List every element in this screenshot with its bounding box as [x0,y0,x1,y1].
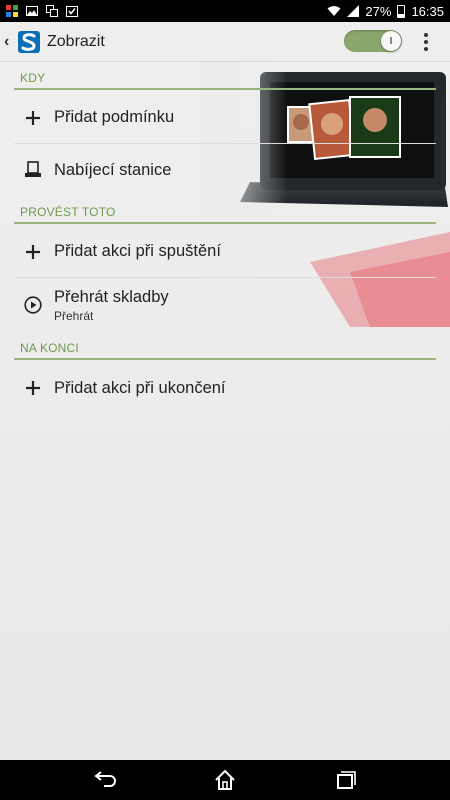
action-play-songs-text: Přehrát skladby Přehrát [54,288,169,323]
enable-toggle[interactable] [344,30,402,52]
page-title: Zobrazit [47,32,105,50]
signal-icon [347,5,360,17]
condition-dock-row[interactable]: Nabíjecí stanice [14,144,436,196]
plus-icon [23,242,43,262]
event-editor: KDY Přidat podmínku Nabíjecí stanice PRO… [0,62,450,760]
add-start-action-label: Přidat akci při spuštění [54,242,221,260]
action-play-songs-row[interactable]: Přehrát skladby Přehrát [14,278,436,332]
system-icons: 27% 16:35 [327,4,444,19]
toggle-knob [381,31,401,51]
action-bar: ‹ Zobrazit [0,22,450,62]
add-end-action-row[interactable]: Přidat akci při ukončení [14,362,436,414]
clock: 16:35 [411,3,444,19]
action-play-songs-label: Přehrát skladby [54,287,169,306]
add-end-action-label: Přidat akci při ukončení [54,378,226,397]
app-notification-icon [6,5,18,17]
add-condition-label: Přidat podmínku [54,108,175,126]
action-play-songs-sub: Přehrát [54,308,94,323]
section-end-header: NA KONCI [14,336,436,360]
add-condition-row[interactable]: Přidat podmínku [14,92,436,144]
section-when-header: KDY [14,66,436,90]
back-icon[interactable] [92,768,118,792]
plus-icon [23,108,43,128]
add-start-action-row[interactable]: Přidat akci při spuštění [14,226,436,278]
dock-station-icon [23,160,43,180]
smart-connect-s-icon[interactable] [17,30,41,54]
status-bar: 27% 16:35 [0,0,450,22]
battery-percent: 27% [365,3,392,19]
play-circle-icon [23,295,43,315]
notification-icons [6,5,78,17]
wifi-icon [327,6,341,16]
image-icon [26,6,38,16]
condition-dock-label: Nabíjecí stanice [54,160,172,179]
section-do-header: PROVÉST TOTO [14,200,436,224]
home-icon[interactable] [212,768,238,792]
task-check-icon [66,6,78,17]
recent-apps-icon[interactable] [332,768,358,792]
plus-icon [23,378,43,398]
screenshot-icon [46,5,58,17]
chevron-left-icon[interactable]: ‹ [4,33,16,51]
navigation-bar [0,760,450,800]
overflow-menu-icon[interactable] [420,31,432,53]
battery-icon [397,4,406,18]
